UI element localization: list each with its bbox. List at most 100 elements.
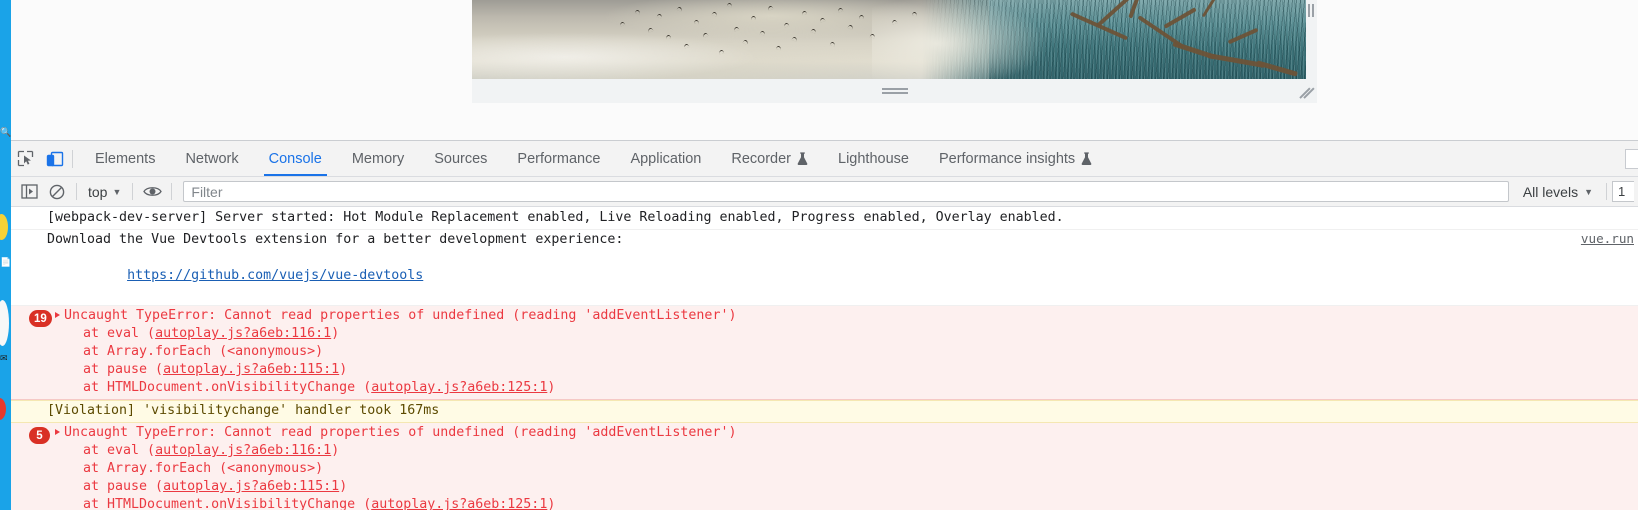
console-sidebar-toggle-icon[interactable] bbox=[15, 179, 43, 205]
bird bbox=[693, 19, 700, 25]
stack-frame: at Array.forEach (<anonymous>) bbox=[11, 343, 1638, 361]
stack-frame-link[interactable]: autoplay.js?a6eb:125:1 bbox=[371, 380, 547, 395]
stack-frame: at pause (autoplay.js?a6eb:115:1) bbox=[11, 361, 1638, 379]
error-count-badge: 5 bbox=[29, 427, 50, 444]
strip-search-icon[interactable]: 🔍 bbox=[0, 126, 11, 138]
stack-frame-tail: ) bbox=[547, 497, 556, 510]
strip-yellow-dot bbox=[0, 214, 8, 240]
bird bbox=[750, 15, 757, 21]
tab-sources[interactable]: Sources bbox=[419, 141, 502, 176]
tab-console[interactable]: Console bbox=[254, 141, 337, 176]
tab-performance[interactable]: Performance bbox=[502, 141, 615, 176]
strip-mail-icon[interactable]: ✉ bbox=[0, 352, 11, 364]
strip-doc-icon[interactable]: 📄 bbox=[0, 256, 11, 268]
clear-console-icon[interactable] bbox=[43, 179, 71, 205]
settings-partial-label: 1 bbox=[1618, 184, 1626, 199]
bird bbox=[726, 2, 733, 8]
experiment-flask-icon bbox=[1081, 151, 1092, 166]
bird bbox=[911, 11, 918, 17]
left-window-strip[interactable]: 🔍 📄 ✉ bbox=[0, 0, 11, 510]
console-message-warning[interactable]: [Violation] 'visibilitychange' handler t… bbox=[11, 400, 1638, 423]
stack-frame-link[interactable]: autoplay.js?a6eb:116:1 bbox=[155, 443, 331, 458]
tabbar-overflow-area bbox=[1625, 141, 1638, 177]
page-viewport bbox=[11, 0, 1638, 140]
context-label: top bbox=[88, 183, 108, 200]
expand-triangle-icon[interactable] bbox=[55, 429, 60, 435]
tab-lighthouse[interactable]: Lighthouse bbox=[823, 141, 924, 176]
message-text: [webpack-dev-server] Server started: Hot… bbox=[47, 210, 1064, 225]
toolbar-divider bbox=[72, 149, 73, 168]
tab-label: Memory bbox=[351, 150, 405, 167]
filter-input[interactable] bbox=[183, 181, 1509, 202]
execution-context-selector[interactable]: top ▼ bbox=[82, 184, 127, 200]
bird bbox=[829, 41, 836, 47]
bird bbox=[634, 9, 641, 15]
message-source-link[interactable]: vue.run bbox=[1581, 231, 1634, 246]
message-link-line[interactable]: https://github.com/vuejs/vue-devtools bbox=[11, 249, 1638, 303]
stack-frame-tail: ) bbox=[331, 326, 340, 341]
console-message-error[interactable]: 19 Uncaught TypeError: Cannot read prope… bbox=[11, 306, 1638, 400]
tab-recorder[interactable]: Recorder bbox=[716, 141, 823, 176]
bird bbox=[801, 10, 808, 16]
stack-frame-text: at Array.forEach (<anonymous>) bbox=[83, 344, 324, 359]
tabbar-edge-control[interactable] bbox=[1625, 149, 1638, 169]
tab-label: Console bbox=[268, 150, 322, 167]
bird bbox=[858, 14, 865, 20]
stack-frame-link[interactable]: autoplay.js?a6eb:125:1 bbox=[371, 497, 547, 510]
tab-elements[interactable]: Elements bbox=[80, 141, 170, 176]
stack-frame-tail: ) bbox=[339, 362, 348, 377]
tab-label: Application bbox=[630, 150, 702, 167]
tab-label: Sources bbox=[434, 150, 488, 167]
stack-frame-text: at pause ( bbox=[83, 479, 164, 494]
error-message-text: Uncaught TypeError: Cannot read properti… bbox=[64, 425, 737, 440]
toolbar-divider bbox=[1606, 183, 1607, 200]
device-toolbar-icon[interactable] bbox=[40, 141, 69, 176]
stack-frame: at HTMLDocument.onVisibilityChange (auto… bbox=[11, 496, 1638, 510]
stack-frame-text: at eval ( bbox=[83, 326, 156, 341]
vue-devtools-link[interactable]: https://github.com/vuejs/vue-devtools bbox=[127, 268, 423, 283]
levels-label: All levels bbox=[1522, 183, 1579, 200]
console-message-log[interactable]: [webpack-dev-server] Server started: Hot… bbox=[11, 208, 1638, 230]
tab-performance-insights[interactable]: Performance insights bbox=[924, 141, 1107, 176]
vertical-drag-handle[interactable] bbox=[1308, 4, 1314, 17]
error-count-badge: 19 bbox=[29, 310, 52, 327]
corner-resize-grip[interactable] bbox=[1299, 87, 1315, 99]
strip-white-dot bbox=[0, 300, 9, 346]
tab-network[interactable]: Network bbox=[170, 141, 253, 176]
stack-frame-link[interactable]: autoplay.js?a6eb:115:1 bbox=[163, 479, 339, 494]
console-messages[interactable]: [webpack-dev-server] Server started: Hot… bbox=[11, 208, 1638, 510]
stack-frame: at pause (autoplay.js?a6eb:115:1) bbox=[11, 478, 1638, 496]
photo-scrollbar-track[interactable] bbox=[1306, 0, 1317, 79]
tab-memory[interactable]: Memory bbox=[337, 141, 419, 176]
experiment-flask-icon bbox=[797, 151, 808, 166]
bird bbox=[718, 49, 725, 55]
photo-haze bbox=[872, 0, 1090, 79]
expand-triangle-icon[interactable] bbox=[55, 312, 60, 318]
console-message-error[interactable]: 5 Uncaught TypeError: Cannot read proper… bbox=[11, 423, 1638, 510]
stack-frame-text: at Array.forEach (<anonymous>) bbox=[83, 461, 324, 476]
eye-icon[interactable] bbox=[138, 179, 166, 205]
tab-application[interactable]: Application bbox=[615, 141, 716, 176]
nature-photo bbox=[472, 0, 1306, 79]
toolbar-divider bbox=[76, 183, 77, 200]
devtools-tab-list: Elements Network Console Memory Sources … bbox=[80, 141, 1107, 176]
devtools-tabbar: Elements Network Console Memory Sources … bbox=[11, 141, 1638, 177]
inspect-element-icon[interactable] bbox=[11, 141, 40, 176]
horizontal-drag-handle[interactable] bbox=[882, 88, 908, 95]
stack-frame-text: at HTMLDocument.onVisibilityChange ( bbox=[83, 380, 372, 395]
photo-card bbox=[472, 0, 1317, 103]
stack-frame: at Array.forEach (<anonymous>) bbox=[11, 460, 1638, 478]
stack-frame-tail: ) bbox=[547, 380, 556, 395]
message-text: Download the Vue Devtools extension for … bbox=[47, 232, 624, 247]
log-level-selector[interactable]: All levels ▼ bbox=[1515, 184, 1601, 200]
console-message-log[interactable]: Download the Vue Devtools extension for … bbox=[11, 230, 1638, 306]
tab-label: Elements bbox=[95, 150, 156, 167]
tab-label: Performance bbox=[517, 150, 601, 167]
chevron-down-icon: ▼ bbox=[112, 186, 122, 197]
error-message-text: Uncaught TypeError: Cannot read properti… bbox=[64, 308, 737, 323]
stack-frame-link[interactable]: autoplay.js?a6eb:115:1 bbox=[163, 362, 339, 377]
console-settings-partial[interactable]: 1 bbox=[1612, 181, 1634, 202]
stack-frame: at HTMLDocument.onVisibilityChange (auto… bbox=[11, 379, 1638, 397]
toolbar-divider bbox=[171, 183, 173, 200]
stack-frame-link[interactable]: autoplay.js?a6eb:116:1 bbox=[155, 326, 331, 341]
